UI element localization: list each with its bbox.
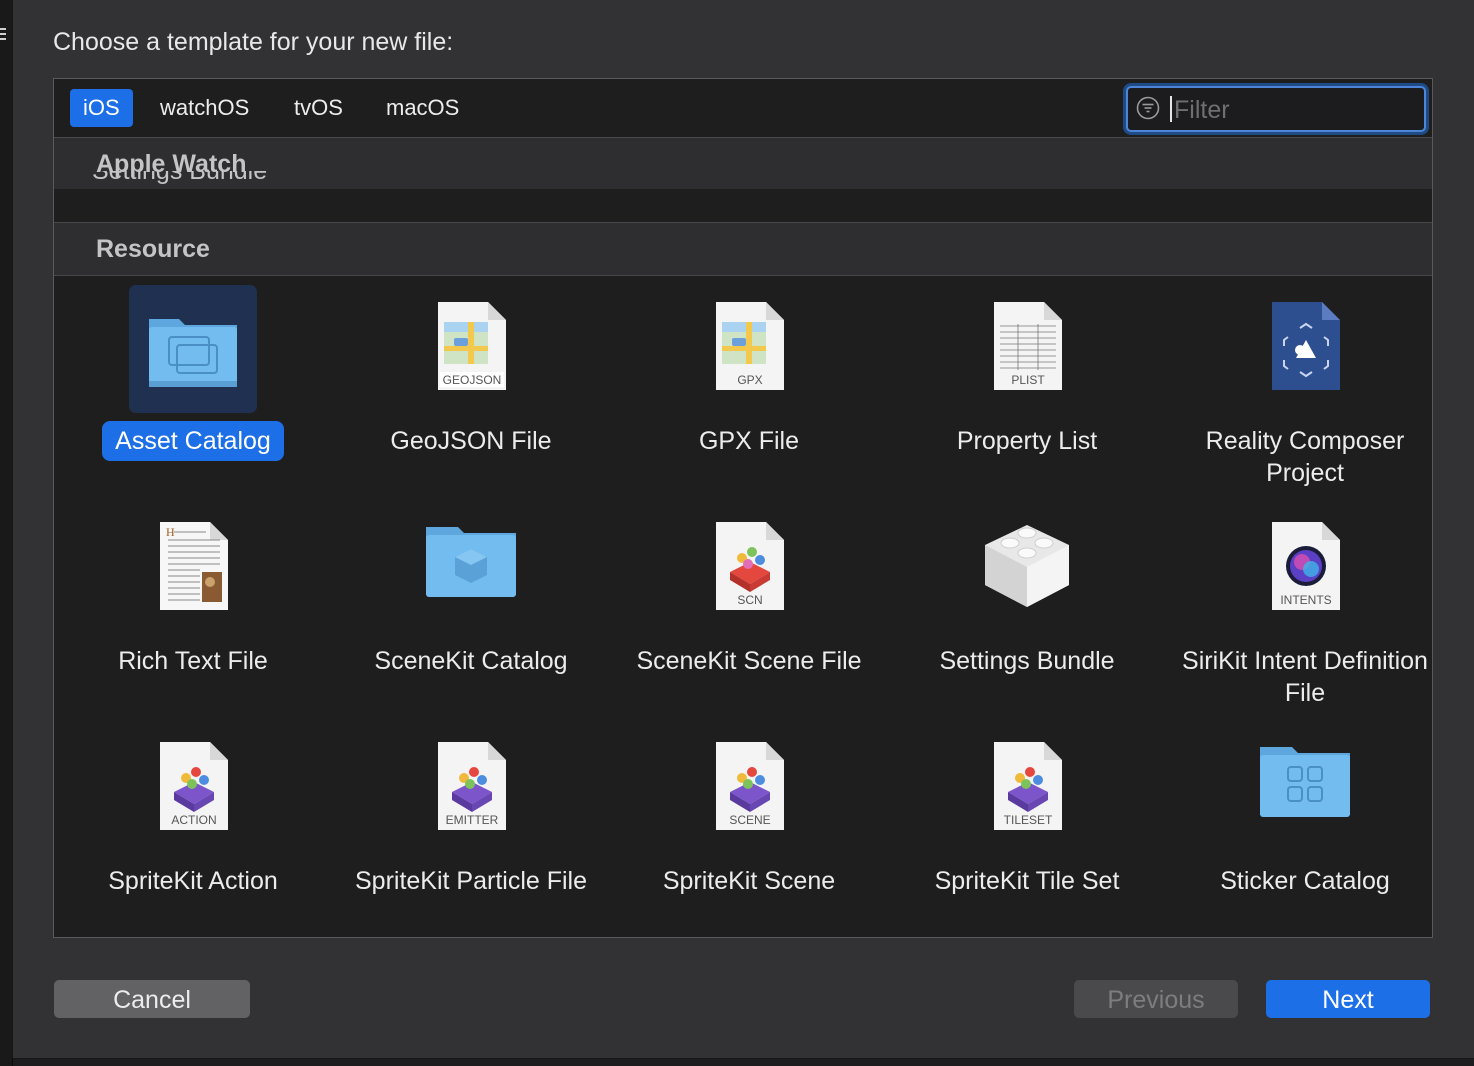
template-label: SceneKit Scene File — [636, 647, 862, 675]
menu-lines-icon — [0, 28, 6, 42]
section-title-resource: Resource — [96, 235, 210, 263]
folder-sticker-icon — [1260, 747, 1350, 817]
template-spritekit-tile-set[interactable]: TILESET SpriteKit Tile Set — [888, 715, 1166, 935]
template-scenekit-catalog[interactable]: SceneKit Catalog — [332, 495, 610, 715]
scrolled-item-label: Settings Bundle — [92, 171, 268, 185]
platform-tab-bar: iOS watchOS tvOS macOS — [54, 79, 1432, 138]
template-label: SiriKit Intent Definition File — [1182, 647, 1428, 707]
reality-composer-icon — [1272, 302, 1340, 390]
next-button[interactable]: Next — [1266, 980, 1430, 1018]
asset-catalog-tile — [129, 285, 257, 413]
template-label: Settings Bundle — [939, 647, 1115, 675]
template-label: GPX File — [698, 427, 800, 455]
template-gpx-file[interactable]: GPX GPX File — [610, 275, 888, 495]
template-label: Sticker Catalog — [1220, 867, 1390, 895]
cancel-button[interactable]: Cancel — [54, 980, 250, 1018]
document-badge: SCN — [737, 593, 763, 607]
template-sticker-catalog[interactable]: Sticker Catalog — [1166, 715, 1444, 935]
document-badge: EMITTER — [445, 813, 499, 827]
template-scenekit-scene-file[interactable]: SCN SceneKit Scene File — [610, 495, 888, 715]
document-badge: ACTION — [171, 813, 217, 827]
tab-ios[interactable]: iOS — [70, 89, 133, 127]
svg-text:H: H — [166, 525, 175, 539]
tab-macos[interactable]: macOS — [373, 89, 472, 127]
document-badge: GPX — [737, 373, 763, 387]
template-spritekit-scene[interactable]: SCENE SpriteKit Scene — [610, 715, 888, 935]
template-label: Property List — [956, 427, 1098, 455]
filter-field[interactable] — [1126, 86, 1426, 132]
template-label: SpriteKit Action — [108, 867, 278, 895]
template-settings-bundle[interactable]: Settings Bundle — [888, 495, 1166, 715]
template-sirikit-intent-definition-file[interactable]: INTENTS SiriKit Intent Definition File — [1166, 495, 1444, 715]
filter-input[interactable] — [1172, 92, 1416, 128]
template-spritekit-particle-file[interactable]: EMITTER SpriteKit Particle File — [332, 715, 610, 935]
template-label: GeoJSON File — [390, 427, 552, 455]
previous-button[interactable]: Previous — [1074, 980, 1238, 1018]
document-richtext-icon: H — [160, 522, 228, 610]
folder-scenekit-icon — [426, 527, 516, 597]
template-label: SpriteKit Scene — [662, 867, 836, 895]
filter-icon — [1136, 96, 1160, 120]
folder-asset-catalog-icon — [149, 319, 237, 387]
template-label: Asset Catalog — [54, 421, 332, 461]
document-badge: INTENTS — [1280, 593, 1332, 607]
template-label: Reality Composer Project — [1205, 427, 1405, 487]
section-header-resource: Resource — [54, 223, 1432, 276]
template-label: SceneKit Catalog — [374, 647, 568, 675]
template-label: SpriteKit Tile Set — [934, 867, 1120, 895]
template-geojson-file[interactable]: GEOJSON GeoJSON File — [332, 275, 610, 495]
template-spritekit-action[interactable]: ACTION SpriteKit Action — [54, 715, 332, 935]
tab-watchos[interactable]: watchOS — [147, 89, 262, 127]
apple-watch-row — [54, 189, 1432, 223]
template-label: Rich Text File — [118, 647, 268, 675]
document-badge: GEOJSON — [442, 373, 502, 387]
template-asset-catalog[interactable]: Asset Catalog — [54, 275, 332, 495]
template-property-list[interactable]: PLIST Property List — [888, 275, 1166, 495]
document-badge: SCENE — [729, 813, 771, 827]
template-label: SpriteKit Particle File — [354, 867, 588, 895]
template-reality-composer-project[interactable]: Reality Composer Project — [1166, 275, 1444, 495]
template-rich-text-file[interactable]: H Rich Text File — [54, 495, 332, 715]
template-chooser-panel: iOS watchOS tvOS macOS Apple Watch Setti… — [53, 78, 1433, 938]
new-file-sheet: Choose a template for your new file: iOS… — [12, 0, 1474, 1059]
document-badge: TILESET — [1003, 813, 1053, 827]
dialog-title: Choose a template for your new file: — [53, 28, 454, 56]
tab-tvos[interactable]: tvOS — [281, 89, 356, 127]
document-badge: PLIST — [1011, 373, 1045, 387]
lego-brick-icon — [985, 525, 1069, 607]
